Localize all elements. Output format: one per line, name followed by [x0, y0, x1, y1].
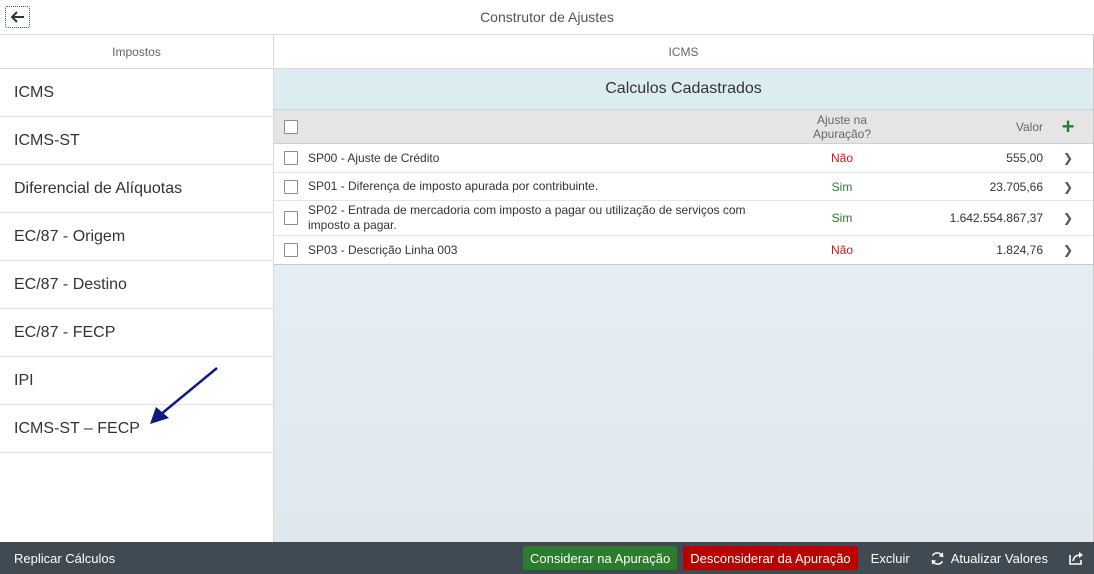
row-checkbox[interactable] [284, 243, 298, 257]
row-description: SP02 - Entrada de mercadoria com imposto… [308, 203, 746, 232]
row-ajuste-status: Sim [831, 211, 853, 225]
app-header: Construtor de Ajustes [0, 0, 1094, 35]
row-description: SP03 - Descrição Linha 003 [308, 242, 458, 257]
share-icon [1069, 552, 1083, 565]
table-header: Ajuste na Apuração? Valor + [274, 109, 1093, 144]
master-item-diferencial-aliquotas[interactable]: Diferencial de Alíquotas [0, 165, 273, 213]
considerar-apuracao-button[interactable]: Considerar na Apuração [523, 546, 678, 570]
atualizar-valores-button[interactable]: Atualizar Valores [923, 546, 1055, 570]
master-item-ec87-origem[interactable]: EC/87 - Origem [0, 213, 273, 261]
row-checkbox[interactable] [284, 179, 298, 194]
row-description: SP01 - Diferença de imposto apurada por … [308, 179, 599, 193]
row-description: SP00 - Ajuste de Crédito [308, 150, 440, 165]
atualizar-valores-label: Atualizar Valores [950, 550, 1048, 566]
desconsiderar-apuracao-button[interactable]: Desconsiderar da Apuração [683, 546, 858, 570]
row-ajuste-status: Não [830, 243, 853, 257]
table-row[interactable]: SP00 - Ajuste de Crédito Não 555,00 ❯ [274, 144, 1093, 173]
row-checkbox[interactable] [284, 211, 298, 225]
detail-title: ICMS [274, 35, 1093, 69]
master-item-icms-st[interactable]: ICMS-ST [0, 117, 273, 165]
calculos-table: Ajuste na Apuração? Valor + SP00 - Ajust… [274, 109, 1093, 265]
chevron-right-icon[interactable]: ❯ [1063, 151, 1073, 165]
refresh-icon [931, 551, 944, 565]
row-valor: 1.824,76 [996, 243, 1043, 257]
footer-toolbar: Replicar Cálculos Considerar na Apuração… [0, 542, 1094, 574]
row-valor: 1.642.554.867,37 [949, 211, 1043, 225]
master-item-icms[interactable]: ICMS [0, 69, 273, 117]
chevron-right-icon[interactable]: ❯ [1063, 211, 1073, 225]
chevron-right-icon[interactable]: ❯ [1063, 243, 1073, 257]
chevron-right-icon[interactable]: ❯ [1063, 180, 1073, 194]
add-icon[interactable]: + [1062, 115, 1075, 137]
master-item-ec87-destino[interactable]: EC/87 - Destino [0, 261, 273, 309]
master-list: ICMS ICMS-ST Diferencial de Alíquotas EC… [0, 69, 273, 453]
table-row[interactable]: SP03 - Descrição Linha 003 Não 1.824,76 … [274, 236, 1093, 264]
row-checkbox[interactable] [284, 151, 298, 165]
table-title: Calculos Cadastrados [274, 69, 1093, 109]
back-button[interactable] [5, 6, 30, 28]
table-row[interactable]: SP01 - Diferença de imposto apurada por … [274, 173, 1093, 201]
replicar-calculos-button[interactable]: Replicar Cálculos [0, 551, 523, 566]
row-ajuste-status: Não [830, 151, 853, 165]
master-pane: Impostos ICMS ICMS-ST Diferencial de Alí… [0, 35, 274, 542]
master-title: Impostos [0, 35, 273, 69]
page-title: Construtor de Ajustes [480, 9, 614, 25]
master-item-ec87-fecp[interactable]: EC/87 - FECP [0, 309, 273, 357]
row-ajuste-status: Sim [831, 179, 853, 194]
row-valor: 555,00 [1006, 151, 1043, 165]
arrow-left-icon [10, 11, 24, 23]
excluir-button[interactable]: Excluir [864, 546, 917, 570]
detail-pane: ICMS Calculos Cadastrados Ajuste na Apur… [274, 35, 1093, 542]
column-header-ajuste: Ajuste na Apuração? [812, 112, 872, 141]
column-header-valor: Valor [1015, 119, 1043, 134]
table-row[interactable]: SP02 - Entrada de mercadoria com imposto… [274, 201, 1093, 236]
select-all-checkbox[interactable] [284, 119, 298, 134]
share-button[interactable] [1061, 546, 1094, 570]
master-item-ipi[interactable]: IPI [0, 357, 273, 405]
row-valor: 23.705,66 [989, 179, 1043, 194]
master-item-icms-st-fecp[interactable]: ICMS-ST – FECP [0, 405, 273, 453]
